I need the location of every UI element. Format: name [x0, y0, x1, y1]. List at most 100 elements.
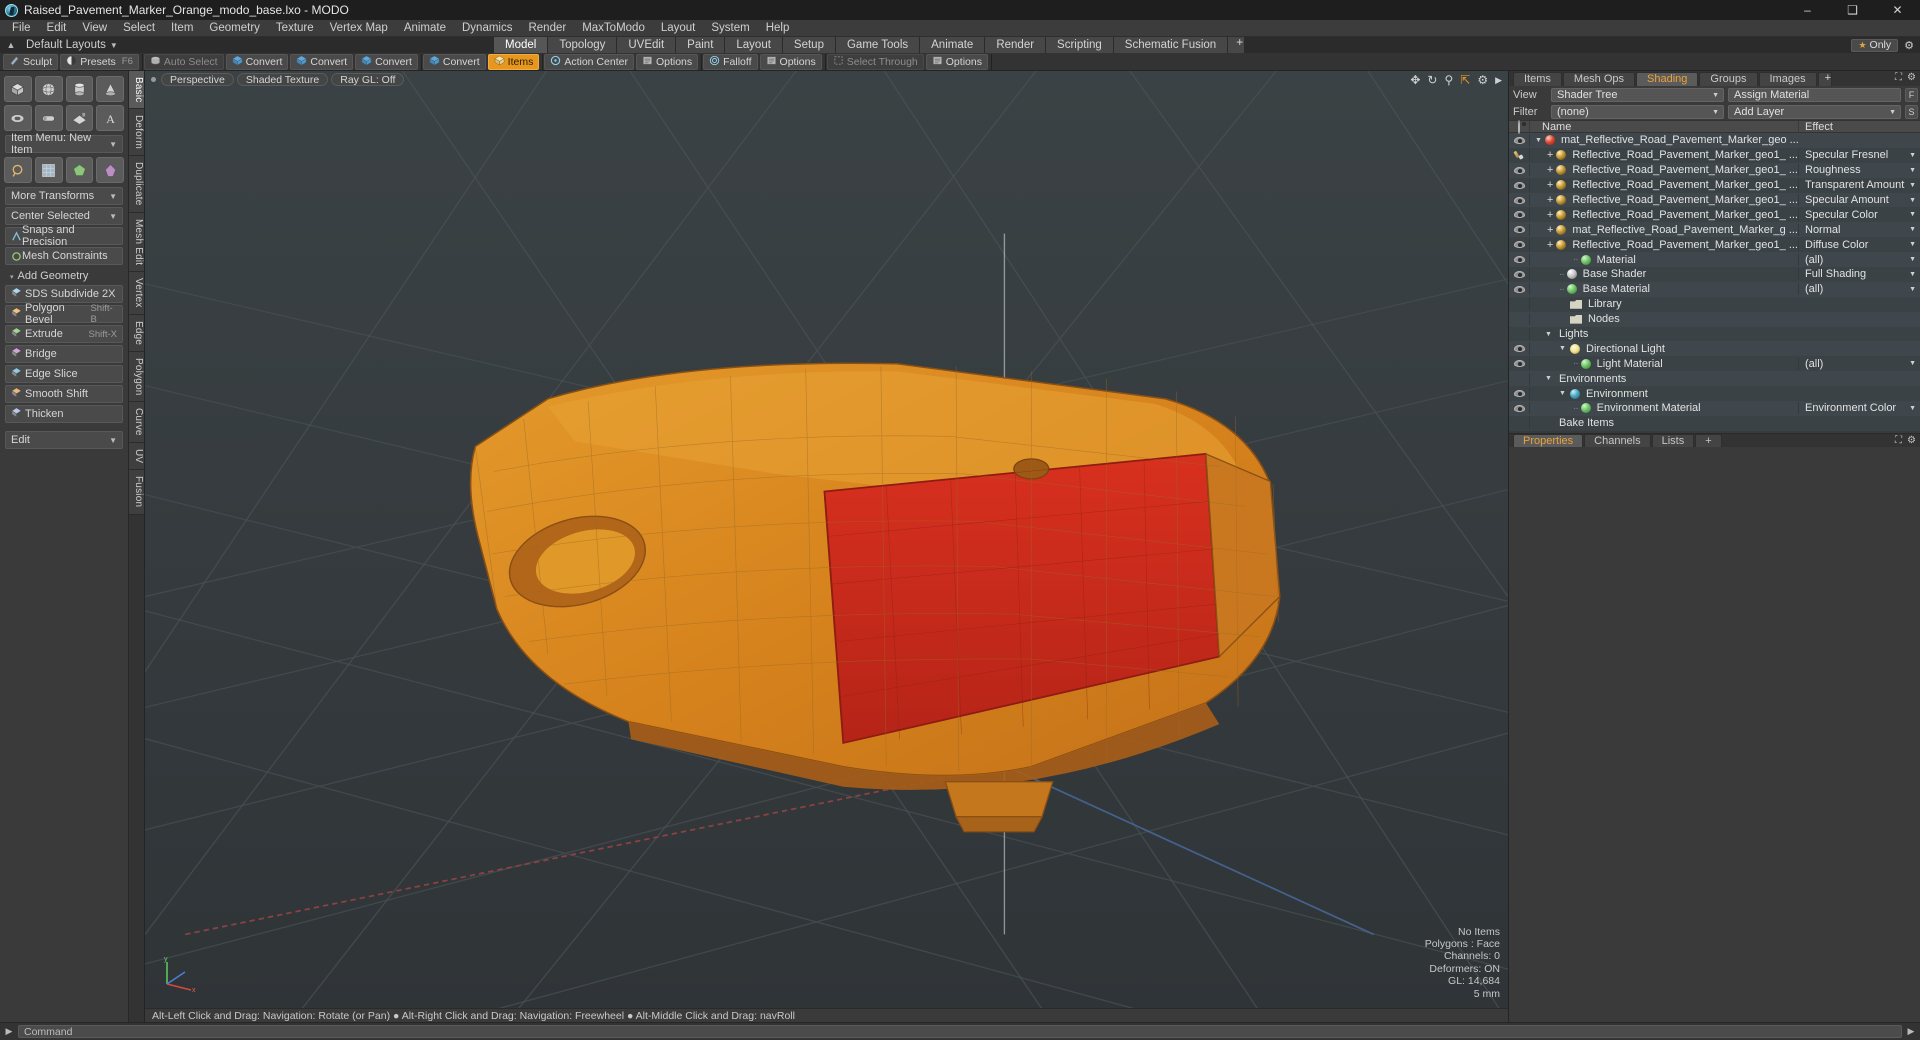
shader-tree-row[interactable]: Library [1509, 296, 1920, 312]
gear-icon[interactable]: ⚙ [1907, 72, 1916, 83]
mode-tab-uvedit[interactable]: UVEdit [617, 37, 677, 53]
close-button[interactable]: ✕ [1875, 0, 1920, 20]
item-menu-dropdown[interactable]: Item Menu: New Item ▼ [5, 132, 123, 156]
toolbar-button-convert[interactable]: Convert [422, 53, 486, 70]
vertical-tab-curve[interactable]: Curve [129, 402, 144, 444]
viewport-menu-dot-icon[interactable] [151, 76, 156, 82]
visibility-eye-icon[interactable] [1509, 241, 1529, 249]
right-tab-groups[interactable]: Groups [1699, 72, 1758, 86]
property-tab-properties[interactable]: Properties [1513, 433, 1584, 447]
chevron-down-icon[interactable]: ▼ [1909, 360, 1916, 367]
chevron-right-icon[interactable]: ▶ [4, 1026, 14, 1037]
gear-icon[interactable]: ⚙ [1907, 435, 1916, 446]
geometry-tool-sds-subdivide-2x[interactable]: SDS Subdivide 2X [5, 285, 123, 303]
shader-tree-row[interactable]: + Reflective_Road_Pavement_Marker_geo1_ .… [1509, 162, 1920, 178]
chevron-down-icon[interactable]: ▼ [1909, 405, 1916, 412]
add-geometry-header[interactable]: Add Geometry [2, 267, 126, 283]
tree-plus-icon[interactable]: + [1547, 195, 1553, 206]
filter-dropdown[interactable]: (none) ▼ [1551, 105, 1724, 119]
visibility-eye-icon[interactable] [1509, 181, 1529, 189]
shader-tree-effect-cell[interactable]: (all) ▼ [1798, 253, 1920, 266]
chevron-down-icon[interactable]: ▼ [1909, 211, 1916, 218]
add-layer-side-button[interactable]: S [1905, 105, 1918, 119]
vertical-tab-fusion[interactable]: Fusion [129, 470, 144, 515]
shader-tree-row[interactable]: ·· Light Material (all) ▼ [1509, 356, 1920, 372]
3d-viewport[interactable]: Perspective Shaded Texture Ray GL: Off ✥… [145, 71, 1508, 1022]
chevron-down-icon[interactable]: ▼ [1909, 256, 1916, 263]
tree-plus-icon[interactable]: + [1547, 209, 1553, 220]
menu-item-maxtomodo[interactable]: MaxToModo [574, 20, 653, 37]
shader-tree-list[interactable]: ▼ mat_Reflective_Road_Pavement_Marker_geo… [1509, 133, 1920, 431]
mode-tab-render[interactable]: Render [985, 37, 1047, 53]
mode-tab-paint[interactable]: Paint [676, 37, 726, 53]
toolbar-button-options[interactable]: Options [759, 53, 822, 70]
tree-expand-triangle-icon[interactable]: ▼ [1545, 331, 1553, 338]
toolbar-button-convert[interactable]: Convert [290, 53, 354, 70]
shape-tool-button[interactable] [96, 157, 124, 183]
vertical-tab-duplicate[interactable]: Duplicate [129, 156, 144, 213]
menu-item-render[interactable]: Render [520, 20, 574, 37]
shader-tree-effect-cell[interactable]: Specular Fresnel ▼ [1798, 149, 1920, 162]
chevron-down-icon[interactable]: ▼ [1909, 197, 1916, 204]
vertical-tab-uv[interactable]: UV [129, 443, 144, 471]
property-tab-lists[interactable]: Lists [1651, 433, 1695, 447]
shader-tree-row[interactable]: ▼ Environment [1509, 386, 1920, 402]
geometry-tool-extrude[interactable]: Extrude Shift-X [5, 325, 123, 343]
shader-tree-row[interactable]: ·· Environment Material Environment Color ▼ [1509, 401, 1920, 416]
tree-plus-icon[interactable]: + [1547, 239, 1553, 250]
visibility-eye-icon[interactable] [1509, 404, 1529, 412]
menu-item-view[interactable]: View [74, 20, 115, 37]
property-tab-channels[interactable]: Channels [1584, 433, 1651, 447]
toolbar-button-presets[interactable]: Presets F6 [60, 53, 139, 70]
vertical-tab-vertex[interactable]: Vertex [129, 272, 144, 315]
collapse-arrow-icon[interactable]: ▲ [0, 40, 22, 50]
expand-icon[interactable]: ⛶ [1895, 435, 1902, 446]
move-icon[interactable]: ✥ [1410, 73, 1420, 87]
mode-tab-setup[interactable]: Setup [782, 37, 836, 53]
mode-tab-layout[interactable]: Layout [725, 37, 783, 53]
shader-tree-effect-cell[interactable]: Diffuse Color ▼ [1798, 238, 1920, 251]
shader-tree-effect-cell[interactable]: Environment Color ▼ [1798, 402, 1920, 415]
shader-tree-effect-cell[interactable]: Full Shading ▼ [1798, 268, 1920, 281]
toolbar-button-sculpt[interactable]: Sculpt [3, 53, 59, 70]
assign-material-side-button[interactable]: F [1905, 88, 1918, 102]
shader-tree-row[interactable]: + mat_Reflective_Road_Pavement_Marker_g .… [1509, 222, 1920, 238]
chevron-down-icon[interactable]: ▼ [1909, 271, 1916, 278]
gear-icon[interactable]: ⚙ [1477, 73, 1488, 87]
toolbar-button-falloff[interactable]: Falloff [703, 53, 758, 70]
shader-tree-row[interactable]: ▼ Environments [1509, 371, 1920, 387]
visibility-eye-icon[interactable] [1509, 390, 1529, 398]
tree-expand-triangle-icon[interactable]: ▼ [1545, 375, 1553, 382]
shader-tree-row[interactable]: ▼ mat_Reflective_Road_Pavement_Marker_geo… [1509, 133, 1920, 148]
chevron-down-icon[interactable]: ▼ [1909, 286, 1916, 293]
tree-plus-icon[interactable]: + [1547, 165, 1553, 176]
chevron-down-icon[interactable]: ▼ [1909, 241, 1916, 248]
command-input[interactable]: Command [18, 1025, 1902, 1038]
edit-dropdown[interactable]: Edit ▼ [5, 431, 123, 449]
vertical-tab-edge[interactable]: Edge [129, 314, 144, 352]
vertical-tab-polygon[interactable]: Polygon [129, 351, 144, 403]
visibility-eye-icon[interactable] [1509, 285, 1529, 293]
toolbar-button-convert[interactable]: Convert [355, 53, 418, 70]
menu-item-select[interactable]: Select [115, 20, 163, 37]
visibility-eye-icon[interactable] [1509, 226, 1529, 234]
shader-tree-row[interactable]: ·· Material (all) ▼ [1509, 252, 1920, 268]
cone-primitive-button[interactable] [96, 76, 124, 102]
assign-material-field[interactable]: Assign Material [1728, 88, 1901, 102]
menu-item-layout[interactable]: Layout [653, 20, 704, 37]
shader-tree-row[interactable]: ·· Base Shader Full Shading ▼ [1509, 267, 1920, 282]
pavement-marker-model[interactable] [145, 71, 1508, 1022]
shader-tree-row[interactable]: ·· Base Material (all) ▼ [1509, 281, 1920, 297]
shader-tree-effect-cell[interactable]: Normal ▼ [1798, 223, 1920, 236]
shader-tree-row[interactable]: ▼ Lights [1509, 326, 1920, 342]
shader-tree-row[interactable]: + Reflective_Road_Pavement_Marker_geo1_ .… [1509, 177, 1920, 193]
visibility-eye-icon[interactable] [1509, 360, 1529, 368]
menu-item-animate[interactable]: Animate [396, 20, 454, 37]
lasso-tool-button[interactable] [4, 157, 32, 183]
brush-icon[interactable] [1509, 150, 1529, 160]
menu-item-texture[interactable]: Texture [268, 20, 322, 37]
mode-tab-schematic-fusion[interactable]: Schematic Fusion [1113, 37, 1229, 53]
command-submit-icon[interactable]: ▶ [1906, 1026, 1916, 1037]
shader-tree-effect-cell[interactable]: (all) ▼ [1798, 357, 1920, 370]
shader-tree-effect-cell[interactable]: Transparent Amount ▼ [1798, 179, 1920, 192]
